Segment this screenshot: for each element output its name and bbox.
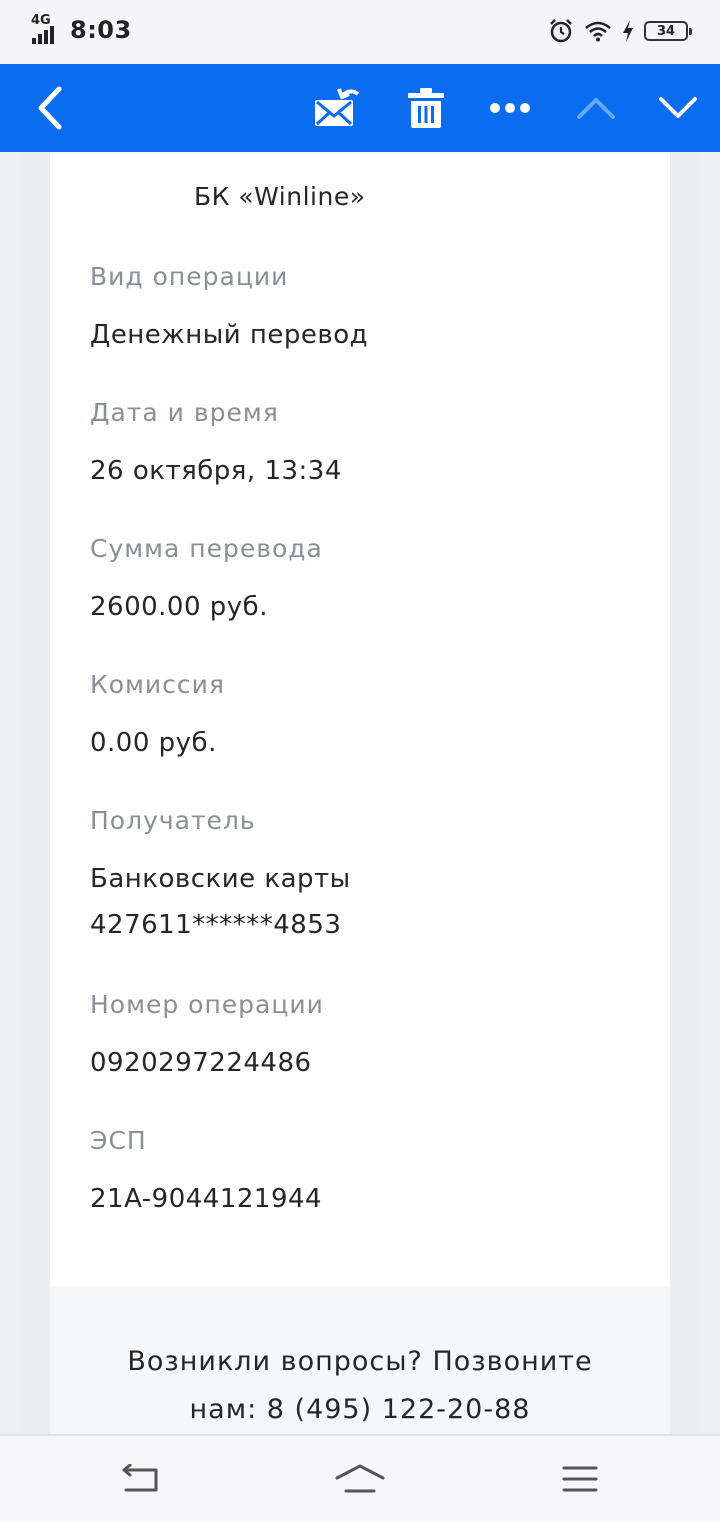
recipient-value: Банковские карты (90, 864, 351, 894)
status-bar: 4G 8:03 34 (0, 0, 720, 64)
esp-label: ЭСП (90, 1126, 147, 1155)
back-button[interactable] (20, 64, 80, 152)
operation-number-label: Номер операции (90, 990, 324, 1019)
battery-level: 34 (656, 23, 676, 39)
nav-back-button[interactable] (110, 1454, 170, 1504)
delete-icon (408, 88, 444, 128)
support-text: Возникли вопросы? Позвоните нам: 8 (495)… (50, 1338, 670, 1434)
datetime-label: Дата и время (90, 398, 279, 427)
mark-unread-icon (315, 88, 360, 126)
signal-icon: 4G (30, 14, 62, 46)
sender-name: БК «Winline» (194, 182, 366, 211)
alarm-icon (550, 19, 572, 43)
charging-icon (623, 20, 633, 42)
commission-value: 0.00 руб. (90, 728, 217, 758)
amount-value: 2600.00 руб. (90, 592, 268, 622)
next-message-icon (659, 97, 697, 118)
previous-message-button[interactable] (566, 64, 626, 152)
delete-button[interactable] (396, 64, 456, 152)
clock: 8:03 (70, 16, 132, 44)
status-right: 34 (548, 18, 692, 44)
recipient-label: Получатель (90, 806, 256, 835)
commission-label: Комиссия (90, 670, 225, 699)
more-button[interactable] (480, 64, 540, 152)
wifi-icon (585, 21, 611, 42)
menu-icon (562, 1466, 598, 1492)
next-message-button[interactable] (648, 64, 708, 152)
support-line-2: нам: 8 (495) 122-20-88 (189, 1394, 531, 1425)
battery-icon: 34 (644, 21, 692, 41)
more-icon (490, 103, 530, 113)
operation-type-label: Вид операции (90, 262, 289, 291)
support-footer: Возникли вопросы? Позвоните нам: 8 (495)… (50, 1286, 670, 1434)
message-body[interactable]: БК «Winline» Вид операции Денежный перев… (0, 152, 720, 1434)
back-icon (38, 86, 62, 130)
nav-home-button[interactable] (330, 1454, 390, 1504)
support-line-1: Возникли вопросы? Позвоните (127, 1346, 593, 1377)
home-icon (335, 1464, 385, 1493)
recipient-card-number: 427611******4853 (90, 910, 342, 940)
status-left: 4G 8:03 (30, 14, 132, 46)
system-nav-bar (0, 1434, 720, 1522)
datetime-value: 26 октября, 13:34 (90, 456, 342, 486)
operation-type-value: Денежный перевод (90, 320, 369, 350)
mark-unread-button[interactable] (306, 64, 366, 152)
previous-message-icon (577, 98, 615, 119)
esp-value: 21A-9044121944 (90, 1184, 323, 1214)
nav-menu-button[interactable] (550, 1454, 610, 1504)
amount-label: Сумма перевода (90, 534, 323, 563)
operation-number-value: 0920297224486 (90, 1048, 312, 1078)
mail-toolbar (0, 64, 720, 152)
back-nav-icon (122, 1464, 158, 1492)
